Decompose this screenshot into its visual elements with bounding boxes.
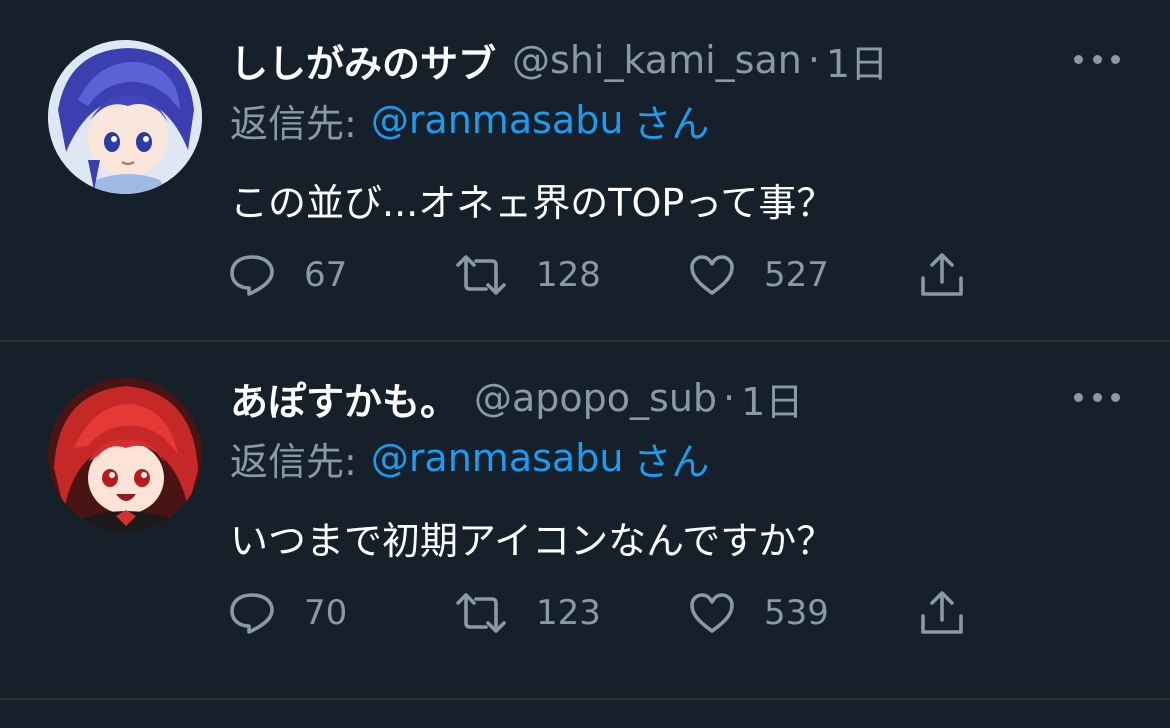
timestamp[interactable]: 1日 <box>741 371 803 426</box>
avatar[interactable] <box>48 378 202 532</box>
like-button[interactable]: 539 <box>688 588 829 638</box>
reply-button[interactable]: 67 <box>228 250 347 300</box>
reply-context: 返信先: @ranmasabu さん <box>230 96 709 146</box>
display-name[interactable]: ししがみのサブ <box>230 33 496 88</box>
retweet-button[interactable]: 123 <box>454 588 601 638</box>
tweet[interactable]: ししがみのサブ @shi_kami_san · 1日 返信先: @ranmasa… <box>0 0 1170 342</box>
tweet-header: ししがみのサブ @shi_kami_san · 1日 <box>230 36 888 86</box>
like-button[interactable]: 527 <box>688 250 829 300</box>
reply-target-link[interactable]: @ranmasabu <box>371 98 624 142</box>
timestamp[interactable]: 1日 <box>826 33 888 88</box>
more-dots-icon[interactable] <box>1074 382 1120 412</box>
reply-target-link[interactable]: @ranmasabu <box>371 436 624 480</box>
reply-count: 67 <box>304 255 348 295</box>
share-icon <box>921 591 963 634</box>
reply-suffix: さん <box>633 101 710 146</box>
share-icon <box>921 253 963 296</box>
reply-prefix: 返信先: <box>230 101 357 146</box>
reply-icon <box>230 255 274 296</box>
tweet-text: この並び...オネェ界のTOPって事？ <box>230 181 835 225</box>
user-handle[interactable]: @apopo_sub <box>474 376 717 420</box>
user-handle[interactable]: @shi_kami_san <box>512 38 802 82</box>
separator-dot: · <box>807 38 820 82</box>
avatar[interactable] <box>48 40 202 194</box>
retweet-count: 128 <box>536 255 601 295</box>
retweet-icon <box>456 593 506 633</box>
retweet-button[interactable]: 128 <box>454 250 601 300</box>
reply-feed: ししがみのサブ @shi_kami_san · 1日 返信先: @ranmasa… <box>0 0 1170 728</box>
like-count: 539 <box>764 593 829 633</box>
like-count: 527 <box>764 255 829 295</box>
tweet-text: いつまで初期アイコンなんですか？ <box>230 519 835 563</box>
reply-context: 返信先: @ranmasabu さん <box>230 434 709 484</box>
reply-suffix: さん <box>633 439 710 484</box>
reply-prefix: 返信先: <box>230 439 357 484</box>
tweet-actions: 67 128 527 <box>228 250 988 300</box>
reply-button[interactable]: 70 <box>228 588 347 638</box>
more-dots-icon[interactable] <box>1074 44 1120 74</box>
retweet-icon <box>456 255 506 295</box>
retweet-count: 123 <box>536 593 601 633</box>
heart-icon <box>690 255 734 295</box>
tweet[interactable]: あぽすかも。 @apopo_sub · 1日 返信先: @ranmasabu さ… <box>0 342 1170 700</box>
display-name[interactable]: あぽすかも。 <box>230 371 458 426</box>
tweet-actions: 70 123 539 <box>228 588 988 638</box>
reply-icon <box>230 593 274 634</box>
tweet-header: あぽすかも。 @apopo_sub · 1日 <box>230 374 803 424</box>
heart-icon <box>690 593 734 633</box>
separator-dot: · <box>723 376 736 420</box>
reply-count: 70 <box>304 593 348 633</box>
share-button[interactable] <box>918 250 966 300</box>
share-button[interactable] <box>918 588 966 638</box>
